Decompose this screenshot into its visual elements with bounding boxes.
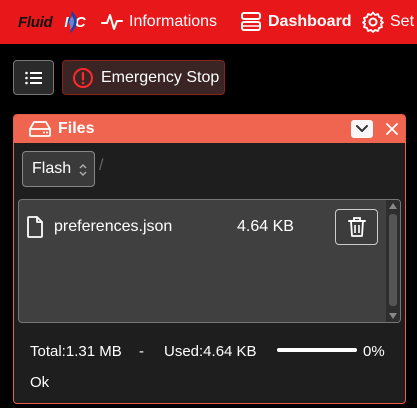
status-text: Ok bbox=[30, 374, 50, 391]
top-nav: Fluid NC Informations Dashboard Set bbox=[0, 0, 417, 44]
trash-icon bbox=[347, 217, 366, 237]
total-size: Total:1.31 MB bbox=[30, 343, 122, 360]
file-icon bbox=[27, 216, 43, 238]
files-panel-header: Files bbox=[14, 115, 405, 143]
fluidnc-logo[interactable]: Fluid NC bbox=[18, 11, 86, 33]
scroll-down-icon[interactable] bbox=[389, 313, 397, 319]
hard-drive-icon bbox=[29, 121, 51, 137]
nav-dashboard-label: Dashboard bbox=[268, 13, 352, 30]
gear-icon bbox=[362, 11, 384, 33]
nav-informations-label: Informations bbox=[129, 13, 218, 30]
nav-dashboard[interactable]: Dashboard bbox=[240, 0, 352, 44]
file-row[interactable]: preferences.json 4.64 KB bbox=[19, 200, 387, 245]
close-icon bbox=[386, 123, 398, 135]
panel-title: Files bbox=[58, 120, 95, 137]
nav-settings-label: Set bbox=[390, 13, 415, 30]
delete-file-button[interactable] bbox=[335, 209, 378, 245]
emergency-stop-label: Emergency Stop bbox=[101, 68, 220, 86]
pulse-icon bbox=[101, 14, 123, 30]
nav-informations[interactable]: Informations bbox=[101, 0, 217, 44]
used-size: Used:4.64 KB bbox=[164, 343, 257, 360]
file-size: 4.64 KB bbox=[237, 218, 294, 235]
file-name[interactable]: preferences.json bbox=[54, 218, 172, 236]
scroll-up-icon[interactable] bbox=[389, 203, 397, 209]
select-arrows-icon bbox=[79, 163, 87, 177]
storage-progress-fill bbox=[277, 348, 357, 352]
emergency-stop-button[interactable]: Emergency Stop bbox=[62, 60, 225, 95]
menu-button[interactable] bbox=[13, 60, 54, 95]
close-button[interactable] bbox=[384, 119, 400, 139]
logo-text: Fluid bbox=[18, 13, 53, 31]
chevron-down-icon bbox=[356, 125, 368, 132]
flame-icon bbox=[67, 11, 77, 33]
collapse-button[interactable] bbox=[351, 120, 373, 138]
nav-settings[interactable]: Set bbox=[362, 0, 414, 44]
filesystem-select[interactable]: Flash bbox=[22, 151, 95, 187]
storage-percent: 0% bbox=[363, 343, 385, 360]
alert-circle-icon bbox=[73, 67, 93, 88]
path-breadcrumb: / bbox=[99, 157, 104, 174]
file-list-scrollbar[interactable] bbox=[386, 200, 400, 322]
dashboard-icon bbox=[241, 12, 261, 31]
filesystem-value: Flash bbox=[32, 160, 72, 177]
file-list: preferences.json 4.64 KB bbox=[18, 199, 401, 323]
scroll-thumb[interactable] bbox=[389, 214, 397, 306]
list-icon bbox=[24, 71, 42, 84]
storage-progress-bar bbox=[277, 348, 357, 352]
files-panel: Files Flash / preferences.json 4.64 KB T… bbox=[13, 114, 406, 404]
stats-separator: - bbox=[139, 343, 144, 360]
